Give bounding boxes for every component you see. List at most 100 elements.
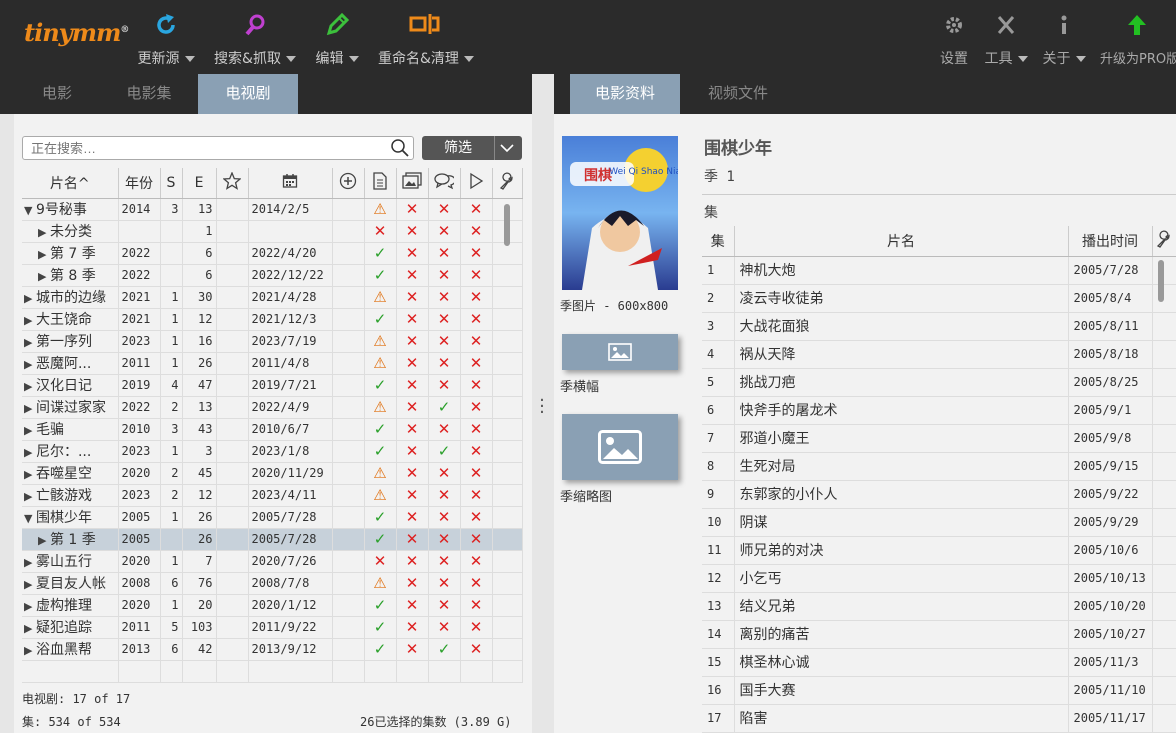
expand-arrow-icon[interactable]: ▶ — [24, 358, 36, 371]
chevron-down-icon[interactable] — [500, 143, 514, 153]
show-row[interactable]: ▶ 间谍过家家 2022 2 13 2022/4/9 ⚠ ✕ ✓ ✕ — [22, 396, 523, 419]
title-cell[interactable]: ▶ 尼尔：... — [22, 440, 119, 463]
column-watched[interactable] — [460, 168, 493, 199]
episode-row[interactable]: 11 师兄弟的对决 2005/10/6 — [702, 536, 1176, 565]
about-button[interactable]: 关于 — [1040, 10, 1088, 70]
show-row[interactable]: ▶ 亡骸游戏 2023 2 12 2023/4/11 ⚠ ✕ ✕ ✕ — [22, 484, 523, 507]
column-episode-title[interactable]: 片名 — [734, 226, 1069, 257]
show-row[interactable]: ▶ 浴血黑帮 2013 6 42 2013/9/12 ✓ ✕ ✓ ✕ — [22, 638, 523, 661]
title-cell[interactable]: ▶ 浴血黑帮 — [22, 638, 119, 661]
show-row[interactable]: ▶ 雾山五行 2020 1 7 2020/7/26 ✕ ✕ ✕ ✕ — [22, 550, 523, 573]
rename-cleanup-button[interactable]: 重命名&清理 — [378, 10, 474, 70]
column-episode-aired[interactable]: 播出时间 — [1068, 226, 1153, 257]
show-row[interactable]: ▼ 围棋少年 2005 1 26 2005/7/28 ✓ ✕ ✕ ✕ — [22, 506, 523, 529]
column-images[interactable] — [396, 168, 429, 199]
episode-row[interactable]: 15 棋圣林心诚 2005/11/3 — [702, 648, 1176, 677]
season-row[interactable]: ▶ 第 7 季 2022 6 2022/4/20 ✓ ✕ ✕ ✕ — [22, 242, 523, 265]
episode-row[interactable]: 13 结义兄弟 2005/10/20 — [702, 592, 1176, 621]
title-cell[interactable]: ▼ 9号秘事 — [22, 198, 119, 221]
episode-row[interactable]: 2 凌云寺收徒弟 2005/8/4 — [702, 284, 1176, 313]
expand-arrow-icon[interactable]: ▶ — [38, 226, 50, 239]
tools-button[interactable]: 工具 — [982, 10, 1030, 70]
column-season[interactable]: S — [160, 168, 183, 199]
expand-arrow-icon[interactable]: ▶ — [24, 600, 36, 613]
expand-arrow-icon[interactable]: ▶ — [24, 446, 36, 459]
expand-arrow-icon[interactable]: ▶ — [24, 424, 36, 437]
show-row[interactable]: ▶ 恶魔阿... 2011 1 26 2011/4/8 ⚠ ✕ ✕ ✕ — [22, 352, 523, 375]
update-source-button[interactable]: 更新源 — [136, 10, 196, 70]
expand-arrow-icon[interactable]: ▶ — [24, 402, 36, 415]
column-episode-tools[interactable] — [1152, 226, 1176, 257]
tab-movies[interactable]: 电影 — [26, 74, 88, 114]
tab-movie-sets[interactable]: 电影集 — [108, 74, 190, 114]
show-row[interactable]: ▶ 夏目友人帐 2008 6 76 2008/7/8 ⚠ ✕ ✕ ✕ — [22, 572, 523, 595]
search-icon[interactable] — [389, 138, 411, 158]
title-cell[interactable]: ▶ 第一序列 — [22, 330, 119, 353]
show-row[interactable]: ▶ 虚构推理 2020 1 20 2020/1/12 ✓ ✕ ✕ ✕ — [22, 594, 523, 617]
episode-row[interactable]: 7 邪道小魔王 2005/9/8 — [702, 424, 1176, 453]
show-row[interactable]: ▶ 尼尔：... 2023 1 3 2023/1/8 ✓ ✕ ✓ ✕ — [22, 440, 523, 463]
show-row[interactable]: ▶ 毛骗 2010 3 43 2010/6/7 ✓ ✕ ✕ ✕ — [22, 418, 523, 441]
episode-row[interactable]: 14 离别的痛苦 2005/10/27 — [702, 620, 1176, 649]
column-episode-no[interactable]: 集 — [702, 226, 735, 257]
title-cell[interactable]: ▶ 恶魔阿... — [22, 352, 119, 375]
expand-arrow-icon[interactable]: ▶ — [24, 468, 36, 481]
expand-arrow-icon[interactable]: ▶ — [24, 314, 36, 327]
title-cell[interactable]: ▶ 雾山五行 — [22, 550, 119, 573]
column-aired[interactable] — [248, 168, 333, 199]
season-poster-image[interactable]: 围棋 Wei Qi Shao Nian — [562, 136, 678, 290]
expand-arrow-icon[interactable]: ▶ — [24, 644, 36, 657]
episode-row[interactable]: 3 大战花面狼 2005/8/11 — [702, 312, 1176, 341]
splitter-handle-icon[interactable]: · · · — [538, 392, 546, 422]
title-cell[interactable]: ▶ 汉化日记 — [22, 374, 119, 397]
scrollbar-thumb[interactable] — [1158, 260, 1164, 302]
show-row[interactable]: ▶ 汉化日记 2019 4 47 2019/7/21 ✓ ✕ ✕ ✕ — [22, 374, 523, 397]
title-cell[interactable]: ▶ 第 1 季 — [22, 528, 119, 551]
title-cell[interactable]: ▶ 间谍过家家 — [22, 396, 119, 419]
table-scrollbar[interactable] — [504, 202, 512, 672]
column-episode[interactable]: E — [182, 168, 217, 199]
title-cell[interactable]: ▶ 大王饶命 — [22, 308, 119, 331]
episode-row[interactable]: 8 生死对局 2005/9/15 — [702, 452, 1176, 481]
settings-button[interactable]: 设置 — [938, 10, 970, 70]
search-scrape-button[interactable]: 搜索&抓取 — [214, 10, 296, 70]
expand-arrow-icon[interactable]: ▶ — [24, 336, 36, 349]
tab-video-files[interactable]: 视频文件 — [690, 74, 786, 114]
episode-row[interactable]: 4 祸从天降 2005/8/18 — [702, 340, 1176, 369]
show-row[interactable]: ▶ 大王饶命 2021 1 12 2021/12/3 ✓ ✕ ✕ ✕ — [22, 308, 523, 331]
episode-row[interactable]: 10 阴谋 2005/9/29 — [702, 508, 1176, 537]
collapse-arrow-icon[interactable]: ▼ — [24, 204, 36, 217]
title-cell[interactable]: ▶ 毛骗 — [22, 418, 119, 441]
episode-row[interactable]: 6 快斧手的屠龙术 2005/9/1 — [702, 396, 1176, 425]
title-cell[interactable]: ▼ 围棋少年 — [22, 506, 119, 529]
title-cell[interactable]: ▶ 夏目友人帐 — [22, 572, 119, 595]
show-row[interactable]: ▶ 第一序列 2023 1 16 2023/7/19 ⚠ ✕ ✕ ✕ — [22, 330, 523, 353]
tab-movie-info[interactable]: 电影资料 — [570, 74, 680, 122]
title-cell[interactable]: ▶ 疑犯追踪 — [22, 616, 119, 639]
show-row[interactable]: ▶ 吞噬星空 2020 2 45 2020/11/29 ⚠ ✕ ✕ ✕ — [22, 462, 523, 485]
upgrade-pro-button[interactable]: 升级为PRO版 — [1100, 10, 1176, 70]
title-cell[interactable]: ▶ 吞噬星空 — [22, 462, 119, 485]
episode-row[interactable]: 5 挑战刀疤 2005/8/25 — [702, 368, 1176, 397]
collapse-arrow-icon[interactable]: ▼ — [24, 512, 36, 525]
column-rating[interactable] — [216, 168, 249, 199]
episode-row[interactable]: 9 东郭家的小仆人 2005/9/22 — [702, 480, 1176, 509]
column-tools[interactable] — [492, 168, 523, 199]
season-banner-placeholder[interactable] — [562, 334, 678, 370]
column-new[interactable] — [332, 168, 365, 199]
season-row[interactable]: ▶ 未分类 1 ✕ ✕ ✕ ✕ — [22, 220, 523, 243]
column-title[interactable]: 片名^ — [22, 168, 119, 199]
expand-arrow-icon[interactable]: ▶ — [24, 490, 36, 503]
expand-arrow-icon[interactable]: ▶ — [24, 578, 36, 591]
edit-button[interactable]: 编辑 — [314, 10, 360, 70]
expand-arrow-icon[interactable]: ▶ — [38, 248, 50, 261]
title-cell[interactable]: ▶ 虚构推理 — [22, 594, 119, 617]
column-year[interactable]: 年份 — [118, 168, 161, 199]
title-cell[interactable]: ▶ 未分类 — [22, 220, 119, 243]
episode-scrollbar[interactable] — [1158, 260, 1166, 730]
season-row[interactable]: ▶ 第 8 季 2022 6 2022/12/22 ✓ ✕ ✕ ✕ — [22, 264, 523, 287]
season-row[interactable]: ▶ 第 1 季 2005 26 2005/7/28 ✓ ✕ ✕ ✕ — [22, 528, 523, 551]
show-row[interactable]: ▶ 疑犯追踪 2011 5 103 2011/9/22 ✓ ✕ ✕ ✕ — [22, 616, 523, 639]
column-subtitles[interactable] — [428, 168, 461, 199]
title-cell[interactable]: ▶ 第 7 季 — [22, 242, 119, 265]
